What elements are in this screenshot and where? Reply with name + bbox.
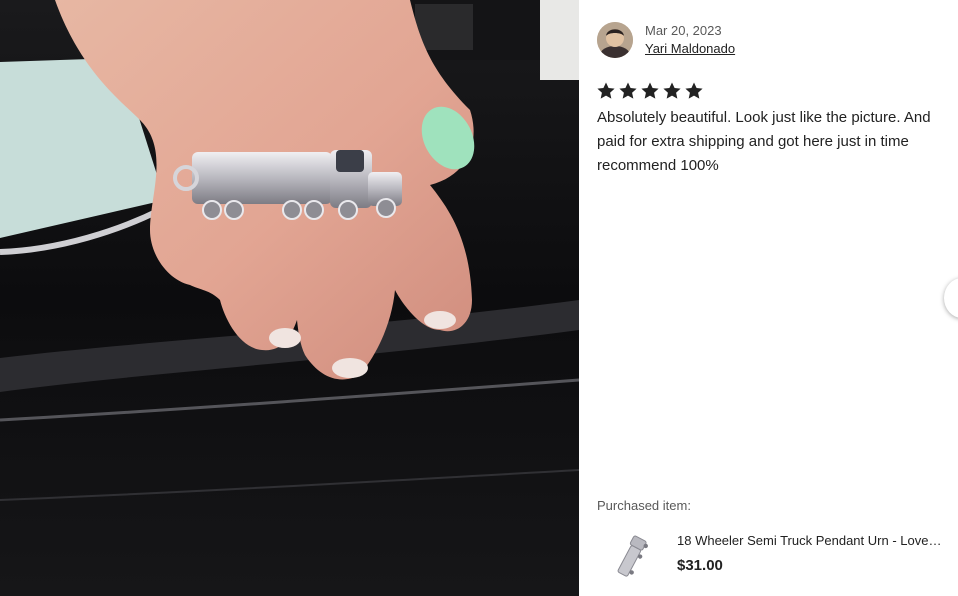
review-modal: Mar 20, 2023 Yari Maldonado Absolutely b… [0, 0, 958, 596]
review-panel: Mar 20, 2023 Yari Maldonado Absolutely b… [579, 0, 958, 596]
star-icon [685, 82, 703, 99]
star-icon [597, 82, 615, 99]
star-icon [641, 82, 659, 99]
review-date: Mar 20, 2023 [645, 23, 722, 38]
next-review-button[interactable] [944, 278, 958, 318]
purchased-item-price: $31.00 [677, 557, 723, 574]
star-icon [663, 82, 681, 99]
avatar[interactable] [597, 22, 633, 58]
star-rating [596, 81, 704, 101]
truck-pendant-thumbnail[interactable] [609, 526, 657, 584]
star-icon [619, 82, 637, 99]
reviewer-name-link[interactable]: Yari Maldonado [645, 41, 735, 56]
review-text: Absolutely beautiful. Look just like the… [597, 109, 931, 174]
review-photo [0, 0, 579, 596]
purchased-item-title-link[interactable]: 18 Wheeler Semi Truck Pendant Urn - Love… [677, 533, 953, 548]
avatar-image [597, 22, 633, 58]
purchased-item-label: Purchased item: [597, 498, 691, 513]
